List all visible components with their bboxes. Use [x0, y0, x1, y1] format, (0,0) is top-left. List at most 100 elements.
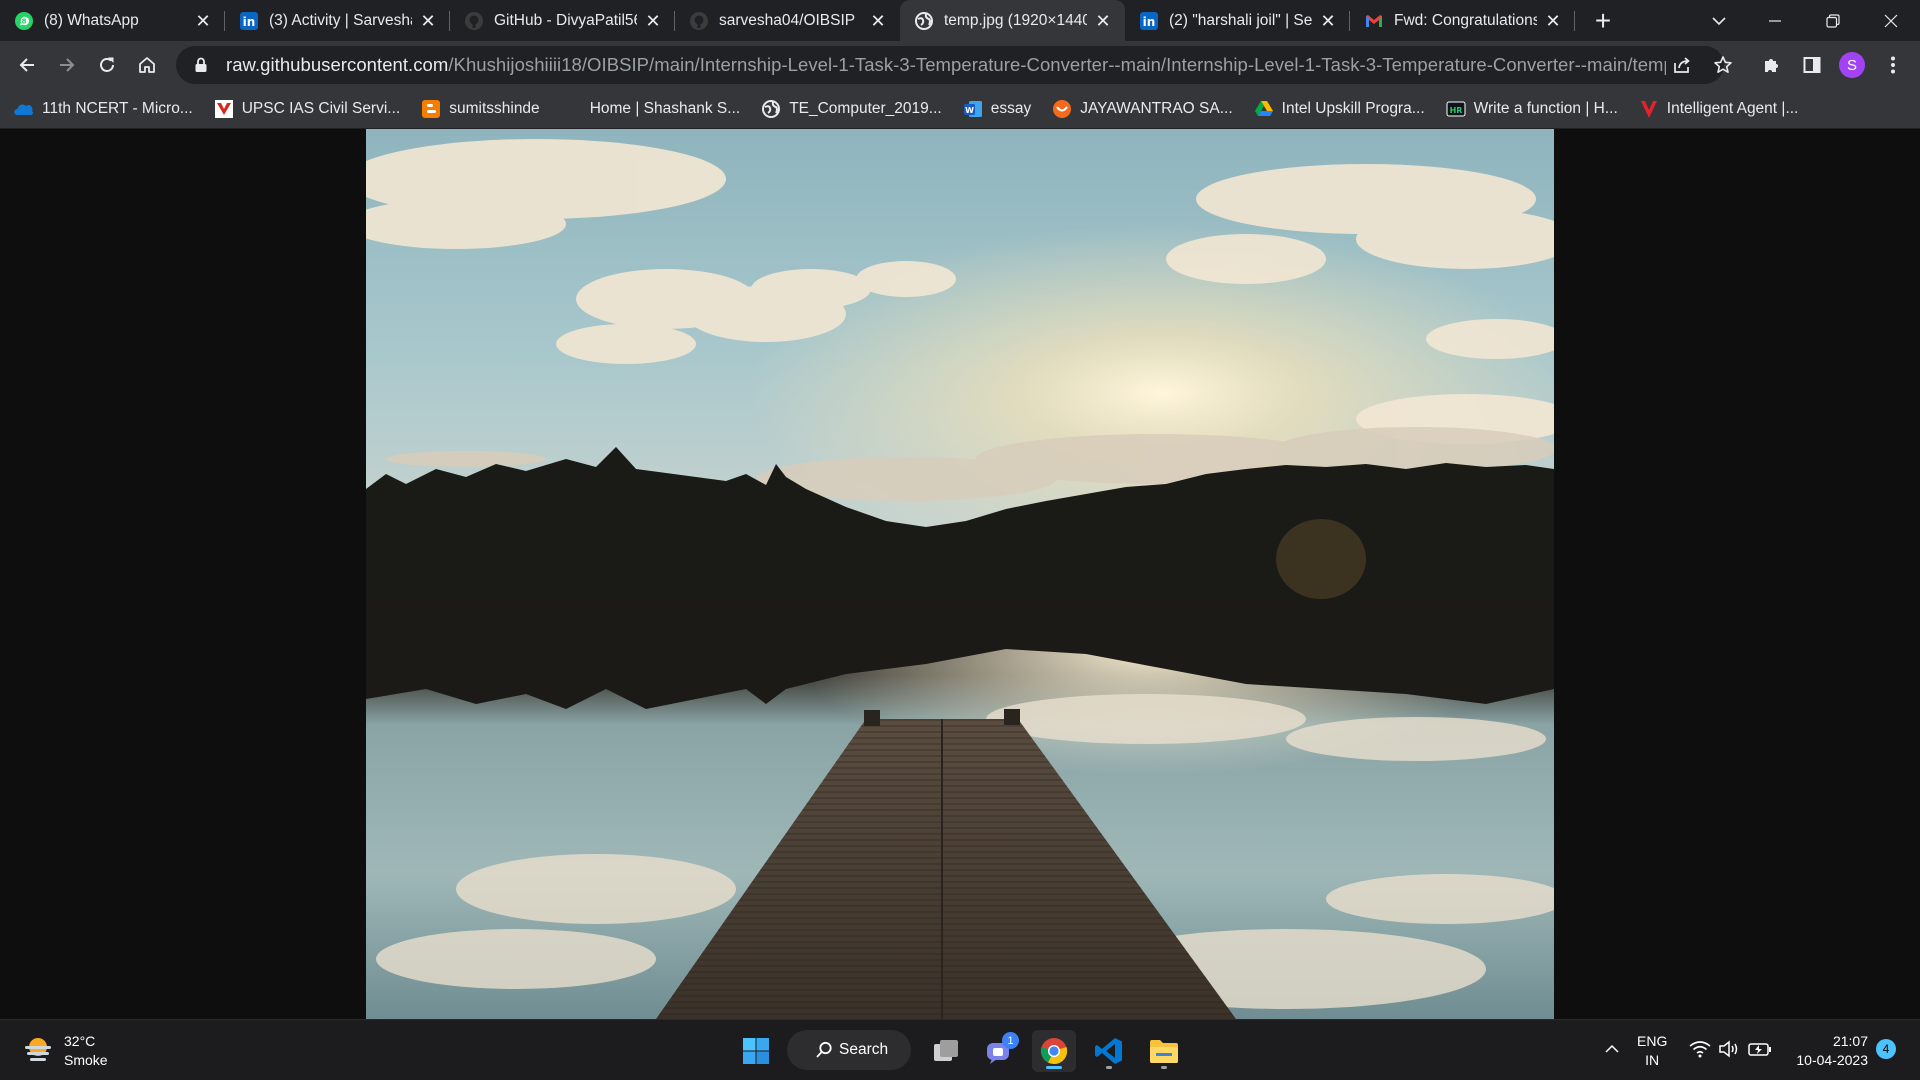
vscode-icon [1095, 1038, 1122, 1064]
tab-github-oibsip[interactable]: sarvesha04/OIBSIP ✕ [675, 0, 900, 41]
tab-title: (3) Activity | Sarvesha [269, 11, 412, 29]
menu-button[interactable] [1876, 48, 1910, 82]
weather-description: Smoke [64, 1052, 108, 1068]
linkedin-icon: in [239, 11, 259, 31]
show-hidden-icons-button[interactable] [1600, 1032, 1624, 1066]
clock[interactable]: 21:07 10-04-2023 [1786, 1032, 1868, 1070]
region-code: IN [1645, 1052, 1660, 1068]
word-icon: W [963, 99, 983, 119]
running-indicator [1106, 1066, 1112, 1069]
bookmark-shashank[interactable]: Home | Shashank S... [590, 100, 741, 118]
bookmark-label: UPSC IAS Civil Servi... [241, 99, 401, 117]
github-icon [464, 11, 484, 31]
tab-temp-jpg[interactable]: temp.jpg (1920×1440) ✕ [900, 0, 1125, 41]
bookmark-te-computer[interactable]: TE_Computer_2019... [761, 99, 942, 119]
bookmark-label: 11th NCERT - Micro... [42, 99, 193, 117]
blogger-icon [421, 99, 441, 119]
language-indicator[interactable]: ENG IN [1637, 1032, 1667, 1070]
weather-temperature: 32°C [64, 1033, 96, 1049]
share-icon [1674, 57, 1690, 73]
tab-linkedin-activity[interactable]: in (3) Activity | Sarvesha ✕ [225, 0, 450, 41]
profile-avatar[interactable]: S [1839, 52, 1865, 78]
taskbar-search-button[interactable]: Search [787, 1030, 911, 1070]
tab-title: Fwd: Congratulations [1394, 11, 1537, 29]
github-icon [689, 11, 709, 31]
url-text[interactable]: raw.githubusercontent.com/Khushijoshiiii… [226, 54, 1666, 76]
bookmark-intelligent-agent[interactable]: Intelligent Agent |... [1639, 99, 1798, 119]
globe-icon [914, 11, 934, 31]
chrome-icon [1040, 1038, 1068, 1065]
back-button[interactable] [9, 47, 45, 83]
speaker-icon [1719, 1040, 1738, 1058]
lock-icon[interactable] [192, 56, 210, 74]
svg-text:in: in [243, 15, 256, 29]
close-window-button[interactable] [1862, 0, 1920, 41]
close-icon[interactable]: ✕ [643, 11, 663, 31]
displayed-image[interactable] [366, 129, 1554, 1019]
share-button[interactable] [1665, 48, 1699, 82]
orange-circle-icon [1052, 99, 1072, 119]
bookmark-intel[interactable]: Intel Upskill Progra... [1254, 99, 1425, 119]
upsc-icon [214, 99, 234, 119]
tab-title: sarvesha04/OIBSIP [719, 11, 856, 29]
tab-whatsapp[interactable]: 8 (8) WhatsApp ✕ [0, 0, 225, 41]
sun-haze-icon [22, 1034, 54, 1069]
address-bar[interactable]: raw.githubusercontent.com/Khushijoshiiii… [176, 46, 1724, 84]
bookmark-star-button[interactable] [1706, 48, 1740, 82]
minimize-button[interactable] [1746, 0, 1804, 41]
bookmark-upsc[interactable]: UPSC IAS Civil Servi... [214, 99, 400, 119]
forward-button[interactable] [49, 47, 85, 83]
battery-button[interactable] [1747, 1032, 1773, 1066]
extensions-button[interactable] [1755, 48, 1789, 82]
side-panel-button[interactable] [1795, 48, 1829, 82]
bookmark-label: sumitsshinde [449, 99, 540, 117]
chat-badge: 1 [1002, 1032, 1019, 1049]
star-icon [1714, 56, 1732, 73]
minimize-icon [1769, 19, 1781, 22]
tab-title: (2) "harshali joil" | Sea [1169, 11, 1312, 29]
teams-chat-button[interactable]: 1 [977, 1030, 1021, 1072]
bookmark-label: Write a function | H... [1473, 99, 1618, 117]
close-icon[interactable]: ✕ [868, 11, 888, 31]
more-vertical-icon [1891, 56, 1895, 74]
close-icon[interactable]: ✕ [418, 11, 438, 31]
tab-strip: 8 (8) WhatsApp ✕ in (3) Activity | Sarve… [0, 0, 1920, 41]
bookmark-ncert[interactable]: 11th NCERT - Micro... [14, 99, 193, 119]
home-button[interactable] [129, 47, 165, 83]
bookmark-essay[interactable]: W essay [963, 99, 1031, 119]
battery-charging-icon [1748, 1043, 1771, 1056]
restore-button[interactable] [1804, 0, 1862, 41]
task-view-button[interactable] [924, 1030, 968, 1072]
start-button[interactable] [734, 1030, 778, 1072]
chevron-down-icon [1712, 17, 1726, 26]
close-icon[interactable]: ✕ [1093, 11, 1113, 31]
close-icon[interactable]: ✕ [1318, 11, 1338, 31]
tab-github-divya[interactable]: GitHub - DivyaPatil56 ✕ [450, 0, 675, 41]
tab-gmail[interactable]: Fwd: Congratulations ✕ [1350, 0, 1575, 41]
globe-icon [761, 99, 781, 119]
chrome-taskbar-button[interactable] [1032, 1030, 1076, 1072]
puzzle-icon [1765, 59, 1778, 72]
volume-button[interactable] [1717, 1032, 1741, 1066]
tab-separator [1574, 11, 1575, 31]
weather-widget[interactable]: 32°C Smoke [22, 1032, 108, 1070]
bookmark-sumitsshinde[interactable]: sumitsshinde [421, 99, 540, 119]
clock-time: 21:07 [1832, 1033, 1868, 1049]
side-panel-icon [1803, 57, 1821, 73]
running-indicator [1046, 1066, 1062, 1069]
chevron-up-icon [1605, 1044, 1619, 1053]
bookmark-jayawantrao[interactable]: JAYAWANTRAO SA... [1052, 99, 1233, 119]
tab-search-button[interactable] [1702, 8, 1736, 34]
arrow-right-icon [60, 58, 75, 72]
tab-linkedin-search[interactable]: in (2) "harshali joil" | Sea ✕ [1125, 0, 1350, 41]
vscode-taskbar-button[interactable] [1087, 1030, 1131, 1072]
bookmark-hackerrank[interactable]: HR Write a function | H... [1446, 99, 1618, 119]
reload-button[interactable] [89, 47, 125, 83]
new-tab-button[interactable]: + [1583, 0, 1623, 41]
file-explorer-button[interactable] [1142, 1030, 1186, 1072]
wifi-button[interactable] [1688, 1032, 1712, 1066]
close-icon[interactable]: ✕ [193, 11, 213, 31]
close-icon[interactable]: ✕ [1543, 11, 1563, 31]
image-viewport [0, 129, 1920, 1019]
notification-badge[interactable]: 4 [1876, 1039, 1896, 1059]
